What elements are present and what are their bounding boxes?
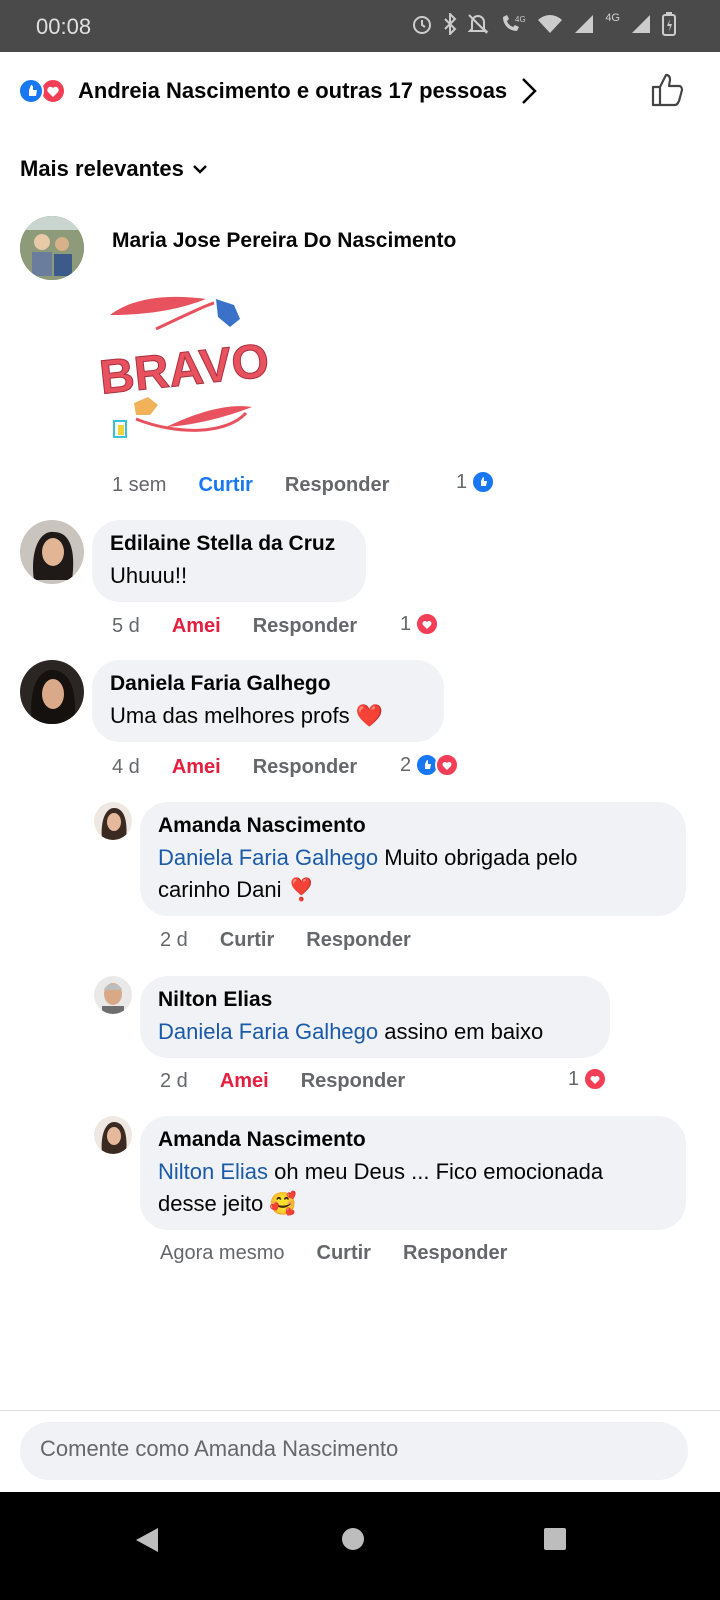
reply-actions: 2 d Amei Responder (160, 1070, 405, 1093)
wifi-icon (538, 15, 563, 33)
signal-icon-2 (632, 15, 650, 33)
status-icons: 4G 4G (411, 12, 676, 36)
avatar[interactable] (94, 1116, 132, 1154)
reply-bubble: Nilton Elias Daniela Faria Galhego assin… (140, 976, 610, 1058)
sort-dropdown[interactable]: Mais relevantes (20, 156, 208, 182)
comment-actions: 1 sem Curtir Responder (112, 474, 389, 497)
battery-icon (662, 12, 676, 36)
reply-actions: 2 d Curtir Responder (160, 929, 411, 952)
love-icon (583, 1067, 608, 1091)
reply-author[interactable]: Nilton Elias (158, 988, 592, 1012)
comment-bubble: Edilaine Stella da Cruz Uhuuu!! (92, 520, 366, 602)
mention-link[interactable]: Daniela Faria Galhego (158, 845, 378, 870)
like-action[interactable]: Curtir (317, 1242, 371, 1265)
reply-text: Nilton Elias oh meu Deus ... Fico emocio… (158, 1156, 668, 1220)
reaction-count-number: 1 (568, 1067, 580, 1090)
status-time: 00:08 (36, 14, 92, 39)
reply-action[interactable]: Responder (253, 615, 357, 638)
reply-action[interactable]: Responder (253, 756, 357, 779)
reaction-count-number: 1 (456, 470, 468, 493)
comment-author[interactable]: Maria Jose Pereira Do Nascimento (112, 229, 456, 253)
love-action[interactable]: Amei (172, 615, 221, 638)
comment-author[interactable]: Daniela Faria Galhego (110, 672, 426, 696)
reply-text-line1: assino em baixo (378, 1019, 544, 1044)
reply-text: Daniela Faria Galhego assino em baixo (158, 1016, 592, 1048)
bluetooth-icon (444, 13, 457, 35)
comment-time: 4 d (112, 756, 140, 778)
love-action[interactable]: Amei (220, 1070, 269, 1093)
bravo-sticker: BRAVO (96, 285, 282, 445)
mention-link[interactable]: Nilton Elias (158, 1159, 268, 1184)
divider (0, 1410, 720, 1411)
reply-bubble: Amanda Nascimento Nilton Elias oh meu De… (140, 1116, 686, 1230)
sort-label: Mais relevantes (20, 156, 184, 181)
system-nav-bar (0, 1492, 720, 1600)
like-action[interactable]: Curtir (198, 474, 252, 497)
alarm-icon (413, 16, 432, 34)
reply-time: 2 d (160, 929, 188, 951)
reply-text-line1: Muito obrigada pelo (378, 845, 578, 870)
avatar[interactable] (94, 976, 132, 1014)
reaction-count-number: 1 (400, 612, 412, 635)
comment-bubble: Daniela Faria Galhego Uma das melhores p… (92, 660, 444, 742)
sticker-text: BRAVO (97, 334, 271, 404)
reply-actions: Agora mesmo Curtir Responder (160, 1242, 507, 1265)
like-icon (18, 78, 44, 104)
love-icon (435, 753, 460, 777)
reply-text-line2: carinho Dani ❣️ (158, 877, 316, 902)
comment-actions: 4 d Amei Responder (112, 756, 357, 779)
chevron-right-icon (522, 78, 537, 104)
reaction-count[interactable]: 1 (568, 1067, 608, 1091)
svg-text:4G: 4G (515, 15, 526, 24)
reply-text-line2: desse jeito 🥰 (158, 1191, 297, 1216)
comment-text: Uma das melhores profs ❤️ (110, 703, 384, 728)
reaction-count[interactable]: 1 (456, 470, 496, 494)
status-bar: 00:08 4G 4G (0, 0, 720, 52)
comment-input[interactable]: Comente como Amanda Nascimento (20, 1422, 688, 1480)
avatar[interactable] (20, 660, 84, 724)
reply-text-line1: oh meu Deus ... Fico emocionada (268, 1159, 604, 1184)
avatar[interactable] (20, 216, 84, 280)
comment-time: 1 sem (112, 474, 167, 496)
reply-text: Daniela Faria Galhego Muito obrigada pel… (158, 842, 668, 906)
comment-text: Uhuuu!! (110, 563, 188, 588)
reply-time: 2 d (160, 1070, 188, 1092)
home-icon[interactable] (340, 1526, 366, 1552)
reply-author[interactable]: Amanda Nascimento (158, 1128, 668, 1152)
love-icon (415, 612, 440, 636)
comment-input-placeholder: Comente como Amanda Nascimento (40, 1436, 399, 1461)
reply-time: Agora mesmo (160, 1242, 285, 1264)
like-icon (471, 470, 496, 494)
reactors-text: Andreia Nascimento e outras 17 pessoas (78, 78, 508, 103)
mute-icon (467, 14, 489, 34)
reply-action[interactable]: Responder (306, 929, 410, 952)
like-button-icon[interactable] (650, 72, 684, 108)
reactions-summary[interactable]: Andreia Nascimento e outras 17 pessoas (0, 52, 720, 132)
mention-link[interactable]: Daniela Faria Galhego (158, 1019, 378, 1044)
reply-action[interactable]: Responder (301, 1070, 405, 1093)
reaction-count[interactable]: 2 (400, 753, 460, 777)
comment-time: 5 d (112, 615, 140, 637)
reaction-count[interactable]: 1 (400, 612, 440, 636)
avatar[interactable] (94, 802, 132, 840)
back-icon[interactable] (134, 1526, 160, 1554)
comment-actions: 5 d Amei Responder (112, 615, 357, 638)
signal-icon (575, 15, 594, 33)
network-4g-icon: 4G (605, 12, 620, 24)
reaction-icons (18, 78, 72, 108)
chevron-down-icon (192, 165, 207, 174)
avatar[interactable] (20, 520, 84, 584)
love-action[interactable]: Amei (172, 756, 221, 779)
reaction-count-number: 2 (400, 753, 412, 776)
reply-action[interactable]: Responder (403, 1242, 507, 1265)
like-action[interactable]: Curtir (220, 929, 274, 952)
reply-bubble: Amanda Nascimento Daniela Faria Galhego … (140, 802, 686, 916)
reply-author[interactable]: Amanda Nascimento (158, 814, 668, 838)
recent-apps-icon[interactable] (543, 1527, 567, 1551)
volte-icon: 4G (503, 15, 526, 31)
comment-author[interactable]: Edilaine Stella da Cruz (110, 532, 348, 556)
reply-action[interactable]: Responder (285, 474, 389, 497)
